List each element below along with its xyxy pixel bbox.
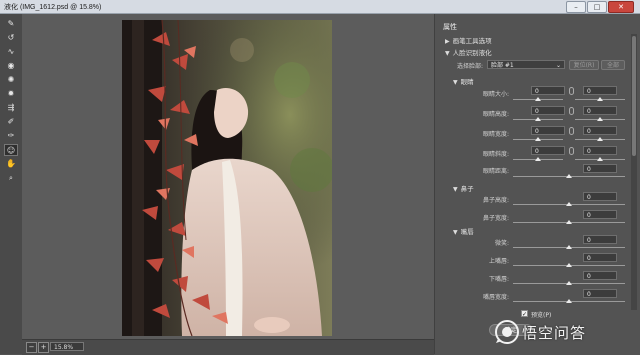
smooth-tool-icon[interactable]: ∿ bbox=[4, 46, 18, 58]
eye-size-left-input[interactable]: 0 bbox=[531, 86, 565, 95]
wukong-logo-icon bbox=[495, 320, 519, 344]
eye-size-right-slider[interactable] bbox=[575, 97, 625, 101]
liquify-toolbar: ✎ ↺ ∿ ◉ ✺ ✹ ⇶ ✐ ✑ ☺ ✋ ⌕ bbox=[0, 14, 23, 354]
forward-warp-tool-icon[interactable]: ✎ bbox=[4, 18, 18, 30]
watermark-text: 悟空问答 bbox=[522, 324, 587, 342]
reset-button[interactable]: 复位(R) bbox=[569, 60, 599, 70]
lower-lip-label: 下嘴唇: bbox=[488, 276, 509, 283]
close-button[interactable]: ✕ bbox=[608, 1, 634, 13]
nose-width-input[interactable]: 0 bbox=[583, 210, 617, 219]
link-icon[interactable] bbox=[569, 147, 574, 155]
zoom-tool-icon[interactable]: ⌕ bbox=[4, 172, 18, 184]
smile-input[interactable]: 0 bbox=[583, 235, 617, 244]
eye-tilt-right-input[interactable]: 0 bbox=[583, 146, 617, 155]
expanded-triangle-icon: ▼ bbox=[453, 186, 458, 193]
eye-width-label: 眼睛宽度: bbox=[482, 131, 509, 138]
watermark: 悟空问答 bbox=[492, 318, 638, 346]
maximize-button[interactable]: □ bbox=[587, 1, 607, 13]
panel-scrollbar[interactable] bbox=[631, 34, 637, 310]
status-bar: − + 15.8% bbox=[22, 339, 434, 355]
thaw-mask-tool-icon[interactable]: ✑ bbox=[4, 130, 18, 142]
eye-distance-label: 眼睛距离: bbox=[482, 168, 509, 175]
chevron-down-icon: ⌄ bbox=[555, 62, 561, 69]
eyes-section[interactable]: ▼ 眼睛 bbox=[453, 76, 474, 86]
lower-lip-slider[interactable] bbox=[513, 281, 625, 285]
smile-label: 微笑: bbox=[494, 240, 509, 247]
expanded-triangle-icon: ▼ bbox=[453, 79, 458, 86]
preview-checkbox[interactable]: ✓ bbox=[521, 310, 528, 318]
eye-size-right-input[interactable]: 0 bbox=[583, 86, 617, 95]
lower-lip-input[interactable]: 0 bbox=[583, 271, 617, 280]
brush-options-section[interactable]: ▶ 画笔工具选项 bbox=[445, 35, 492, 45]
upper-lip-slider[interactable] bbox=[513, 263, 625, 267]
eye-width-left-input[interactable]: 0 bbox=[531, 126, 565, 135]
portrait-photo bbox=[122, 20, 332, 336]
properties-panel: 属性 ▶ 画笔工具选项 ▼ 人脸识别液化 选择脸部: 脸部 #1 ⌄ 复位(R) 全… bbox=[434, 14, 640, 354]
eye-distance-input[interactable]: 0 bbox=[583, 164, 617, 173]
link-icon[interactable] bbox=[569, 87, 574, 95]
eye-tilt-left-slider[interactable] bbox=[513, 157, 563, 161]
nose-height-label: 鼻子高度: bbox=[482, 197, 509, 204]
pucker-tool-icon[interactable]: ✺ bbox=[4, 74, 18, 86]
window-title-bar: 液化 (IMG_1612.psd @ 15.8%) – □ ✕ bbox=[0, 0, 640, 14]
eye-size-label: 眼睛大小: bbox=[482, 91, 509, 98]
upper-lip-label: 上嘴唇: bbox=[488, 258, 509, 265]
expanded-triangle-icon: ▼ bbox=[453, 229, 458, 236]
panel-title: 属性 bbox=[443, 23, 457, 31]
face-tool-icon[interactable]: ☺ bbox=[4, 144, 18, 156]
twirl-tool-icon[interactable]: ◉ bbox=[4, 60, 18, 72]
eye-tilt-label: 眼睛斜度: bbox=[482, 151, 509, 158]
smile-slider[interactable] bbox=[513, 245, 625, 249]
expanded-triangle-icon: ▼ bbox=[445, 50, 450, 57]
lip-width-slider[interactable] bbox=[513, 299, 625, 303]
window-title: 液化 (IMG_1612.psd @ 15.8%) bbox=[4, 4, 102, 11]
eye-tilt-left-input[interactable]: 0 bbox=[531, 146, 565, 155]
nose-height-input[interactable]: 0 bbox=[583, 192, 617, 201]
eye-width-right-slider[interactable] bbox=[575, 137, 625, 141]
link-icon[interactable] bbox=[569, 127, 574, 135]
reconstruct-tool-icon[interactable]: ↺ bbox=[4, 32, 18, 44]
nose-width-label: 鼻子宽度: bbox=[482, 215, 509, 222]
face-liquify-section[interactable]: ▼ 人脸识别液化 bbox=[445, 47, 492, 57]
zoom-out-button[interactable]: − bbox=[26, 342, 37, 353]
zoom-level-field[interactable]: 15.8% bbox=[50, 342, 84, 351]
select-face-label: 选择脸部: bbox=[456, 63, 483, 70]
eye-height-right-slider[interactable] bbox=[575, 117, 625, 121]
eye-tilt-right-slider[interactable] bbox=[575, 157, 625, 161]
hand-tool-icon[interactable]: ✋ bbox=[4, 158, 18, 170]
push-left-tool-icon[interactable]: ⇶ bbox=[4, 102, 18, 114]
eye-distance-slider[interactable] bbox=[513, 174, 625, 178]
eye-width-left-slider[interactable] bbox=[513, 137, 563, 141]
eye-size-left-slider[interactable] bbox=[513, 97, 563, 101]
link-icon[interactable] bbox=[569, 107, 574, 115]
nose-height-slider[interactable] bbox=[513, 202, 625, 206]
collapsed-triangle-icon: ▶ bbox=[445, 38, 450, 45]
eye-width-right-input[interactable]: 0 bbox=[583, 126, 617, 135]
eye-height-right-input[interactable]: 0 bbox=[583, 106, 617, 115]
minimize-button[interactable]: – bbox=[566, 1, 586, 13]
eye-height-left-slider[interactable] bbox=[513, 117, 563, 121]
freeze-mask-tool-icon[interactable]: ✐ bbox=[4, 116, 18, 128]
lip-width-label: 嘴唇宽度: bbox=[482, 294, 509, 301]
upper-lip-input[interactable]: 0 bbox=[583, 253, 617, 262]
reset-all-button[interactable]: 全部 bbox=[601, 60, 625, 70]
eye-height-left-input[interactable]: 0 bbox=[531, 106, 565, 115]
mouth-section[interactable]: ▼ 嘴唇 bbox=[453, 226, 474, 236]
select-face-dropdown[interactable]: 脸部 #1 ⌄ bbox=[487, 60, 565, 69]
zoom-in-button[interactable]: + bbox=[38, 342, 49, 353]
nose-width-slider[interactable] bbox=[513, 220, 625, 224]
preview-canvas[interactable] bbox=[22, 14, 434, 340]
eye-height-label: 眼睛高度: bbox=[482, 111, 509, 118]
bloat-tool-icon[interactable]: ✹ bbox=[4, 88, 18, 100]
nose-section[interactable]: ▼ 鼻子 bbox=[453, 183, 474, 193]
scrollbar-thumb[interactable] bbox=[632, 36, 636, 156]
lip-width-input[interactable]: 0 bbox=[583, 289, 617, 298]
